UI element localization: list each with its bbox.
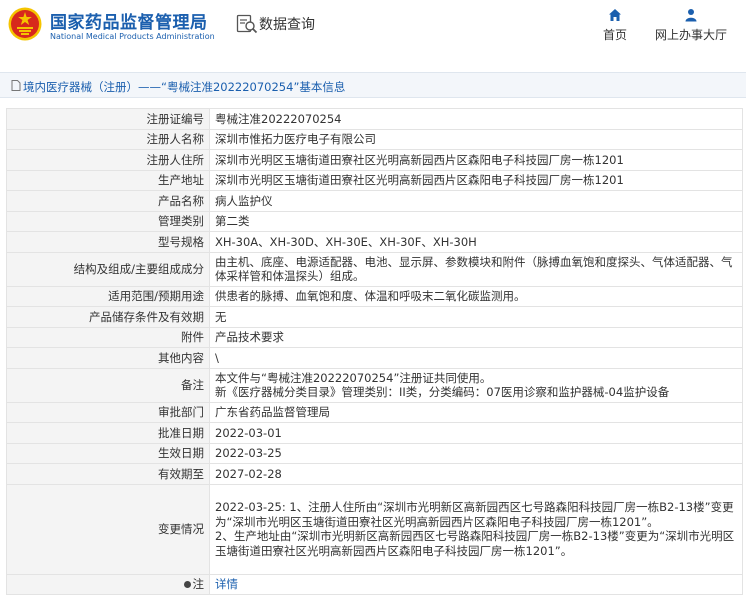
row-label: 注册人住所	[6, 149, 210, 171]
row-value: 详情	[209, 573, 743, 595]
row-value: 2022-03-01	[209, 422, 743, 444]
row-value: 产品技术要求	[209, 326, 743, 348]
row-value: 广东省药品监督管理局	[209, 401, 743, 423]
row-label: 生产地址	[6, 169, 210, 191]
emblem-logo-icon	[8, 7, 42, 41]
change-line: 2、生产地址由“深圳市光明新区高新园西区七号路森阳科技园厂房一栋B2-13楼”变…	[215, 529, 735, 558]
data-query-title: 数据查询	[259, 17, 315, 33]
row-label: 适用范围/预期用途	[6, 285, 210, 307]
row-value: 粤械注准20222070254	[209, 108, 743, 130]
row-value: 由主机、底座、电源适配器、电池、显示屏、参数模块和附件（脉搏血氧饱和度探头、气体…	[209, 251, 743, 287]
row-label: 结构及组成/主要组成成分	[6, 251, 210, 287]
change-line: 2022-03-25: 1、注册人住所由“深圳市光明新区高新园西区七号路森阳科技…	[215, 500, 734, 529]
row-label: 审批部门	[6, 401, 210, 423]
row-value: 2022-03-25: 1、注册人住所由“深圳市光明新区高新园西区七号路森阳科技…	[209, 483, 743, 575]
registration-detail-table: 注册证编号 粤械注准20222070254 注册人名称 深圳市惟拓力医疗电子有限…	[6, 108, 743, 595]
section-header: 境内医疗器械（注册）——“粤械注准20222070254”基本信息	[0, 72, 746, 98]
table-row: 注册人名称 深圳市惟拓力医疗电子有限公司	[6, 128, 743, 150]
table-row: 产品名称 病人监护仪	[6, 190, 743, 212]
table-row: 审批部门 广东省药品监督管理局	[6, 401, 743, 423]
row-value: 第二类	[209, 210, 743, 232]
table-row: 生产地址 深圳市光明区玉塘街道田寮社区光明高新园西片区森阳电子科技园厂房一栋12…	[6, 169, 743, 191]
row-value: 供患者的脉搏、血氧饱和度、体温和呼吸末二氧化碳监测用。	[209, 285, 743, 307]
row-label: 有效期至	[6, 463, 210, 485]
row-label: 型号规格	[6, 231, 210, 253]
table-row: 变更情况 2022-03-25: 1、注册人住所由“深圳市光明新区高新园西区七号…	[6, 483, 743, 575]
remark-line: 新《医疗器械分类目录》管理类别：II类，分类编码：07医用诊察和监护器械-04监…	[215, 385, 670, 399]
row-label: 备注	[6, 367, 210, 403]
table-row: 型号规格 XH-30A、XH-30D、XH-30E、XH-30F、XH-30H	[6, 231, 743, 253]
row-label: 批准日期	[6, 422, 210, 444]
home-icon	[609, 9, 621, 21]
row-label: 变更情况	[6, 483, 210, 575]
row-value: 深圳市光明区玉塘街道田寮社区光明高新园西片区森阳电子科技园厂房一栋1201	[209, 149, 743, 171]
row-value: 无	[209, 306, 743, 328]
table-row: 结构及组成/主要组成成分 由主机、底座、电源适配器、电池、显示屏、参数模块和附件…	[6, 251, 743, 287]
note-label: 注	[192, 577, 205, 591]
section-title: 境内医疗器械（注册）——“粤械注准20222070254”基本信息	[23, 80, 346, 94]
row-value: 2027-02-28	[209, 463, 743, 485]
site-header: 国家药品监督管理局 National Medical Products Admi…	[0, 0, 746, 58]
row-value: 深圳市光明区玉塘街道田寮社区光明高新园西片区森阳电子科技园厂房一栋1201	[209, 169, 743, 191]
row-label: 注	[6, 573, 210, 595]
site-name: 国家药品监督管理局	[50, 13, 208, 33]
row-value: XH-30A、XH-30D、XH-30E、XH-30F、XH-30H	[209, 231, 743, 253]
row-label: 注册人名称	[6, 128, 210, 150]
table-row: 注册人住所 深圳市光明区玉塘街道田寮社区光明高新园西片区森阳电子科技园厂房一栋1…	[6, 149, 743, 171]
row-value: 本文件与“粤械注准20222070254”注册证共同使用。 新《医疗器械分类目录…	[209, 367, 743, 403]
table-row: 有效期至 2027-02-28	[6, 463, 743, 485]
table-row: 注册证编号 粤械注准20222070254	[6, 108, 743, 130]
row-value: 2022-03-25	[209, 442, 743, 464]
nav-home[interactable]: 首页	[600, 8, 630, 43]
document-icon	[11, 80, 21, 91]
pin-icon	[183, 581, 191, 588]
row-label: 生效日期	[6, 442, 210, 464]
table-row: 其他内容 \	[6, 347, 743, 369]
details-link[interactable]: 详情	[215, 577, 238, 591]
row-label: 产品名称	[6, 190, 210, 212]
table-row: 附件 产品技术要求	[6, 326, 743, 348]
row-label: 产品储存条件及有效期	[6, 306, 210, 328]
table-row: 生效日期 2022-03-25	[6, 442, 743, 464]
table-row: 管理类别 第二类	[6, 210, 743, 232]
table-row: 产品储存条件及有效期 无	[6, 306, 743, 328]
user-icon	[685, 9, 697, 22]
row-label: 注册证编号	[6, 108, 210, 130]
table-row: 注 详情	[6, 573, 743, 595]
site-name-english: National Medical Products Administration	[50, 32, 215, 41]
table-row: 适用范围/预期用途 供患者的脉搏、血氧饱和度、体温和呼吸末二氧化碳监测用。	[6, 285, 743, 307]
data-query-icon	[236, 14, 258, 34]
row-value: \	[209, 347, 743, 369]
row-label: 其他内容	[6, 347, 210, 369]
nav-home-label: 首页	[602, 28, 627, 42]
nav-online-service-hall[interactable]: 网上办事大厅	[650, 8, 732, 43]
nav-service-label: 网上办事大厅	[654, 28, 727, 42]
row-value: 深圳市惟拓力医疗电子有限公司	[209, 128, 743, 150]
table-row: 批准日期 2022-03-01	[6, 422, 743, 444]
row-value: 病人监护仪	[209, 190, 743, 212]
remark-line: 本文件与“粤械注准20222070254”注册证共同使用。	[215, 370, 492, 385]
table-row: 备注 本文件与“粤械注准20222070254”注册证共同使用。 新《医疗器械分…	[6, 367, 743, 403]
row-label: 附件	[6, 326, 210, 348]
row-label: 管理类别	[6, 210, 210, 232]
